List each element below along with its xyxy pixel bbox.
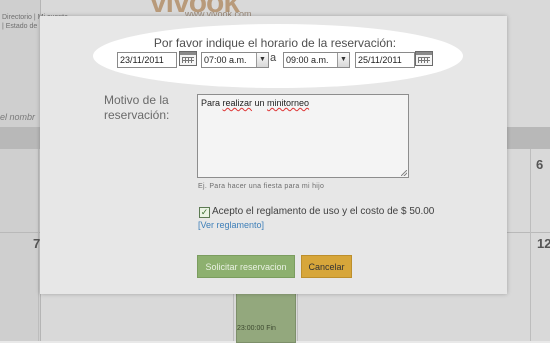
background-grid-line xyxy=(530,149,531,341)
reason-label: Motivo de la reservación: xyxy=(104,93,170,122)
check-icon: ✓ xyxy=(200,207,209,217)
background-name-fragment: el nombr xyxy=(0,112,36,122)
accept-terms-label[interactable]: Acepto el reglamento de uso y el costo d… xyxy=(212,206,434,217)
start-time-select[interactable]: 07:00 a.m. ▼ xyxy=(201,52,269,68)
calendar-icon[interactable] xyxy=(415,51,433,66)
background-top-links-2: | Estado de xyxy=(2,23,38,30)
background-day-number: 6 xyxy=(536,157,544,172)
reason-textarea[interactable]: Para realizar un minitorneo xyxy=(197,94,409,178)
reason-text-space: un xyxy=(252,98,268,108)
chevron-down-icon[interactable]: ▼ xyxy=(337,53,349,67)
reason-text-word: minitorneo xyxy=(267,98,310,108)
end-time-value: 09:00 a.m. xyxy=(286,55,329,65)
accept-checkbox[interactable]: ✓ xyxy=(199,207,210,218)
cancel-button[interactable]: Cancelar xyxy=(301,255,352,278)
request-reservation-button[interactable]: Solicitar reservacion xyxy=(197,255,295,278)
reason-text-prefix: Para xyxy=(201,98,223,108)
schedule-title: Por favor indique el horario de la reser… xyxy=(153,36,397,50)
end-time-select[interactable]: 09:00 a.m. ▼ xyxy=(283,52,350,68)
start-time-value: 07:00 a.m. xyxy=(204,55,247,65)
resize-grip-icon[interactable] xyxy=(401,170,407,176)
reason-hint: Ej. Para hacer una fiesta para mi hijo xyxy=(198,183,325,190)
time-separator: a xyxy=(270,52,277,64)
background-event xyxy=(236,292,296,343)
reason-text-word: realizar xyxy=(222,98,253,108)
background-day-number: 12 xyxy=(537,236,550,251)
background-left-panel xyxy=(0,0,41,341)
chevron-down-icon[interactable]: ▼ xyxy=(256,53,268,67)
end-date-input[interactable]: 25/11/2011 xyxy=(355,52,415,68)
calendar-icon[interactable] xyxy=(179,51,197,66)
view-rules-link[interactable]: [Ver reglamento] xyxy=(198,220,264,230)
start-date-input[interactable]: 23/11/2011 xyxy=(117,52,177,68)
background-event-label: 23:00:00 Fin xyxy=(237,325,276,332)
